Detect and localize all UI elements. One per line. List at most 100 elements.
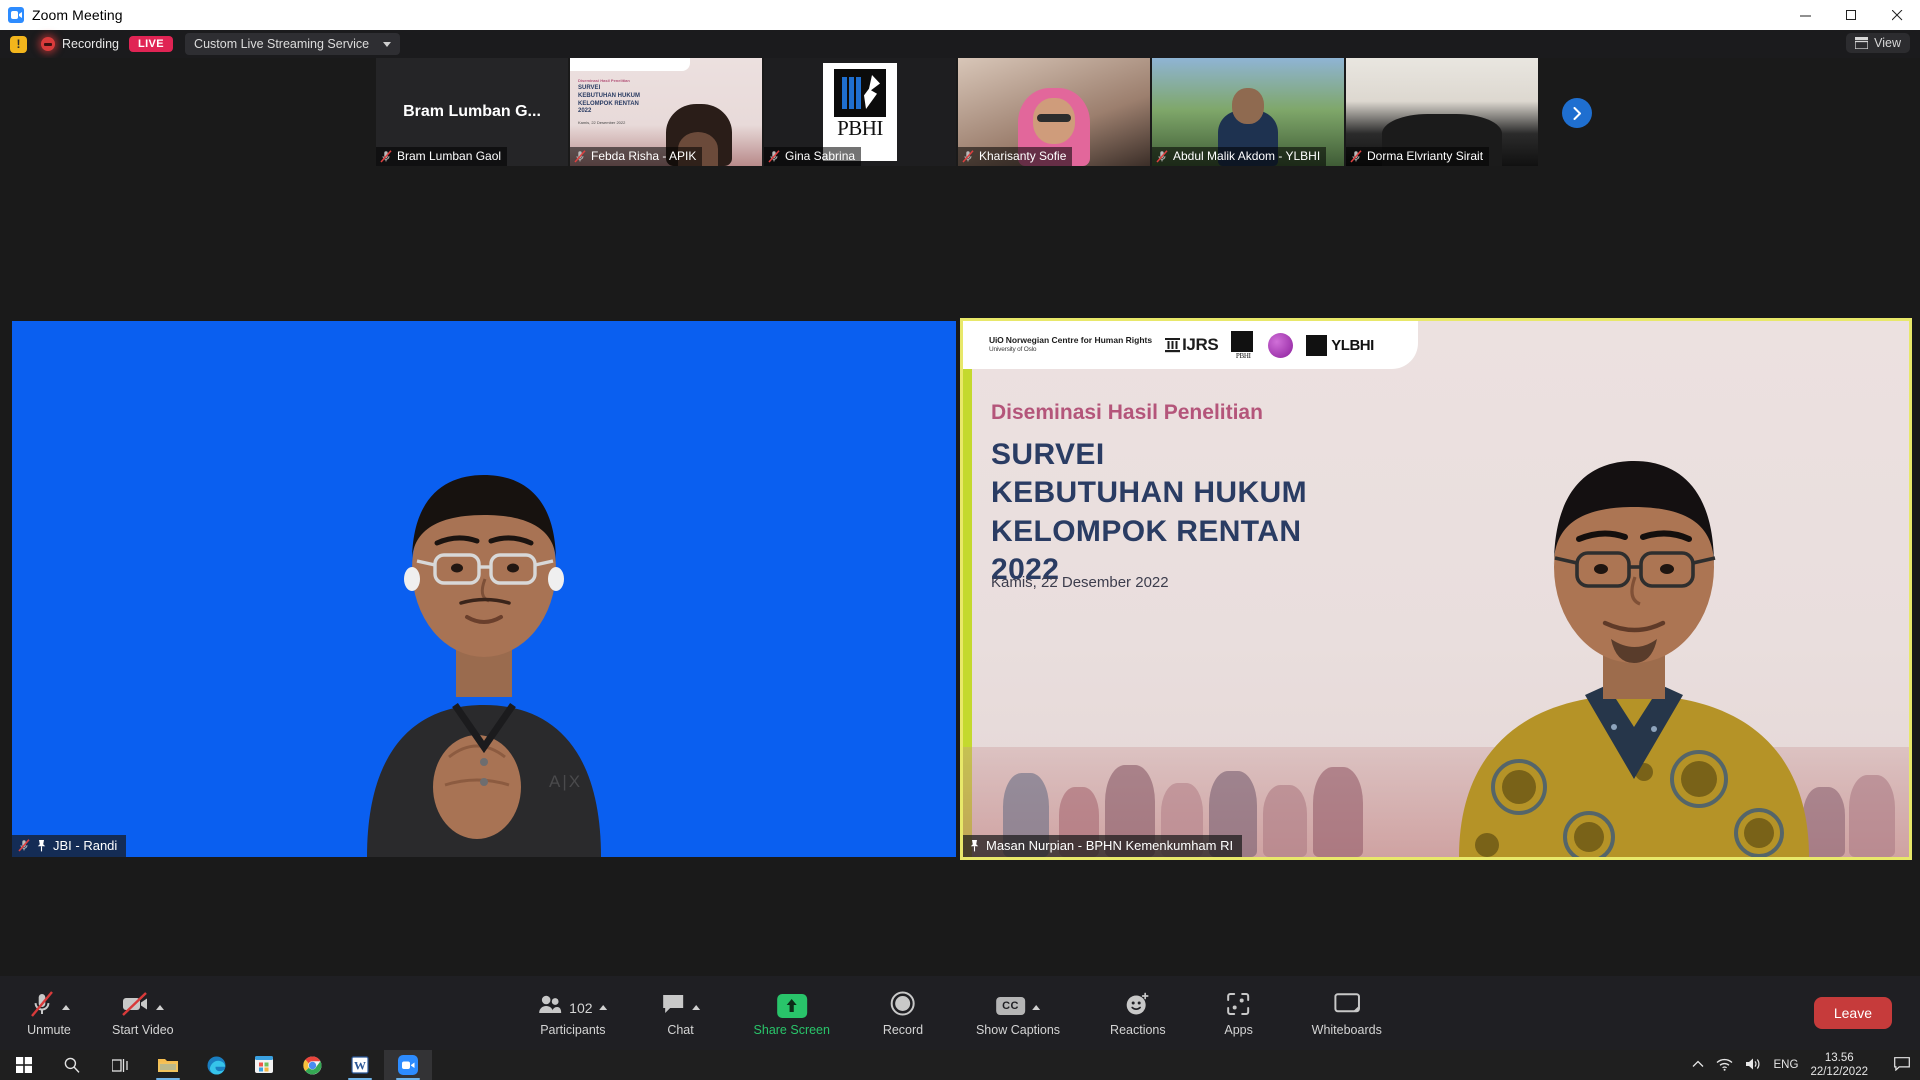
stream-service-label: Custom Live Streaming Service xyxy=(194,37,369,51)
filmstrip-next-button[interactable] xyxy=(1562,98,1592,128)
microphone-muted-icon xyxy=(29,990,55,1018)
mic-muted-icon xyxy=(574,150,586,163)
language-indicator[interactable]: ENG xyxy=(1774,1059,1799,1071)
svg-text:W: W xyxy=(354,1059,366,1073)
captions-chevron-icon[interactable] xyxy=(1032,1005,1040,1010)
show-hidden-icons-button[interactable] xyxy=(1692,1059,1704,1071)
pin-icon xyxy=(36,839,47,852)
slide-title-line: KEBUTUHAN HUKUM xyxy=(991,474,1307,512)
start-video-button[interactable]: Start Video xyxy=(104,981,182,1045)
leave-button[interactable]: Leave xyxy=(1814,997,1892,1029)
uio-logo: UiO Norwegian Centre for Human Rights Un… xyxy=(989,336,1152,353)
chevron-right-icon xyxy=(1573,107,1582,120)
google-chrome-button[interactable] xyxy=(288,1050,336,1080)
security-shield-icon[interactable]: ! xyxy=(10,36,27,53)
tile-name-label: Kharisanty Sofie xyxy=(979,149,1066,163)
maximize-button[interactable] xyxy=(1828,0,1874,30)
live-streaming-service-select[interactable]: Custom Live Streaming Service xyxy=(185,33,400,55)
clock[interactable]: 13.56 22/12/2022 xyxy=(1810,1051,1868,1080)
grid-view-icon xyxy=(1855,37,1868,49)
ylbhi-logo: YLBHI xyxy=(1306,335,1374,356)
share-screen-button[interactable]: Share Screen xyxy=(746,981,838,1045)
tile-name-label: Gina Sabrina xyxy=(785,149,855,163)
chat-chevron-icon[interactable] xyxy=(692,1005,700,1010)
apps-label: Apps xyxy=(1224,1023,1253,1037)
volume-button[interactable] xyxy=(1745,1057,1762,1074)
start-button[interactable] xyxy=(0,1050,48,1080)
chat-label: Chat xyxy=(667,1023,693,1037)
speaker-tile-right[interactable]: UiO Norwegian Centre for Human Rights Un… xyxy=(960,318,1912,860)
search-icon xyxy=(64,1057,80,1073)
slide-title-line: KELOMPOK RENTAN xyxy=(991,513,1307,551)
tile-name-badge: Kharisanty Sofie xyxy=(958,147,1072,166)
tile-name-label: Bram Lumban Gaol xyxy=(397,149,501,163)
thumbnail-tile[interactable]: PBHI Gina Sabrina xyxy=(764,58,956,166)
tile-name-badge: Dorma Elvrianty Sirait xyxy=(1346,147,1489,166)
search-button[interactable] xyxy=(48,1050,96,1080)
speaker-tile-left[interactable]: A|X JBI - Randi xyxy=(12,321,956,857)
camera-off-icon xyxy=(121,990,149,1018)
unmute-button[interactable]: Unmute xyxy=(18,981,80,1045)
reactions-label: Reactions xyxy=(1110,1023,1166,1037)
action-center-button[interactable] xyxy=(1894,1057,1910,1074)
reactions-button[interactable]: Reactions xyxy=(1102,981,1174,1045)
speaker-name-badge-left: JBI - Randi xyxy=(12,835,126,857)
clock-date: 22/12/2022 xyxy=(1810,1066,1868,1078)
network-button[interactable] xyxy=(1716,1057,1733,1074)
participant-video-left: A|X xyxy=(249,387,719,857)
slide-logo-row: UiO Norwegian Centre for Human Rights Un… xyxy=(963,321,1418,369)
thumbnail-tile[interactable]: Bram Lumban G... Bram Lumban Gaol xyxy=(376,58,568,166)
apps-button[interactable]: Apps xyxy=(1208,981,1270,1045)
microsoft-store-button[interactable] xyxy=(240,1050,288,1080)
whiteboard-icon xyxy=(1334,993,1360,1015)
zoom-taskbar-button[interactable] xyxy=(384,1050,432,1080)
minimize-button[interactable] xyxy=(1782,0,1828,30)
video-options-chevron-icon[interactable] xyxy=(156,1005,164,1010)
tile-name-label: Abdul Malik Akdom - YLBHI xyxy=(1173,149,1320,163)
file-explorer-button[interactable] xyxy=(144,1050,192,1080)
reactions-smiley-icon xyxy=(1125,992,1150,1016)
wifi-icon xyxy=(1716,1057,1733,1071)
mic-muted-icon xyxy=(380,150,392,163)
slide-title: SURVEI KEBUTUHAN HUKUM KELOMPOK RENTAN 2… xyxy=(991,436,1307,590)
participants-chevron-icon[interactable] xyxy=(600,1005,608,1010)
windows-logo-icon xyxy=(16,1057,32,1073)
tile-name-badge: Abdul Malik Akdom - YLBHI xyxy=(1152,147,1326,166)
record-circle-icon xyxy=(890,991,915,1016)
apps-icon xyxy=(1227,992,1251,1016)
speaker-name-left: JBI - Randi xyxy=(53,838,117,853)
audio-options-chevron-icon[interactable] xyxy=(62,1005,70,1010)
record-button[interactable]: Record xyxy=(872,981,934,1045)
closed-caption-icon: CC xyxy=(996,997,1025,1015)
zoom-meeting-header: ! Recording LIVE Custom Live Streaming S… xyxy=(0,30,1920,58)
start-video-label: Start Video xyxy=(112,1023,174,1037)
thumbnail-tile[interactable]: Diseminasi Hasil Penelitian SURVEIKEBUTU… xyxy=(570,58,762,166)
close-button[interactable] xyxy=(1874,0,1920,30)
pbhi-logo: PBHI xyxy=(1231,331,1255,360)
view-button[interactable]: View xyxy=(1846,33,1910,53)
thumbnail-tile[interactable]: Dorma Elvrianty Sirait xyxy=(1346,58,1538,166)
participants-button[interactable]: 102 Participants xyxy=(530,981,615,1045)
thumbnail-tile[interactable]: Abdul Malik Akdom - YLBHI xyxy=(1152,58,1344,166)
recording-indicator[interactable]: Recording xyxy=(41,37,119,51)
mic-muted-icon xyxy=(962,150,974,163)
chat-button[interactable]: Chat xyxy=(650,981,712,1045)
chrome-icon xyxy=(303,1056,322,1075)
task-view-button[interactable] xyxy=(96,1050,144,1080)
tile-name-label: Febda Risha - APIK xyxy=(591,149,696,163)
whiteboards-label: Whiteboards xyxy=(1312,1023,1382,1037)
pin-icon xyxy=(969,839,980,852)
participant-video-right xyxy=(1399,427,1869,857)
microsoft-word-button[interactable]: W xyxy=(336,1050,384,1080)
ijrs-logo: IJRS xyxy=(1165,335,1218,355)
slide-eyebrow: Diseminasi Hasil Penelitian xyxy=(991,401,1263,425)
thumbnail-tile[interactable]: Kharisanty Sofie xyxy=(958,58,1150,166)
zoom-icon xyxy=(398,1055,418,1075)
edge-icon xyxy=(207,1056,226,1075)
microsoft-edge-button[interactable] xyxy=(192,1050,240,1080)
meeting-toolbar: Unmute Start Video 102 xyxy=(0,976,1920,1050)
whiteboards-button[interactable]: Whiteboards xyxy=(1304,981,1390,1045)
clock-time: 13.56 xyxy=(1825,1052,1854,1064)
show-captions-button[interactable]: CC Show Captions xyxy=(968,981,1068,1045)
view-label: View xyxy=(1874,36,1901,50)
